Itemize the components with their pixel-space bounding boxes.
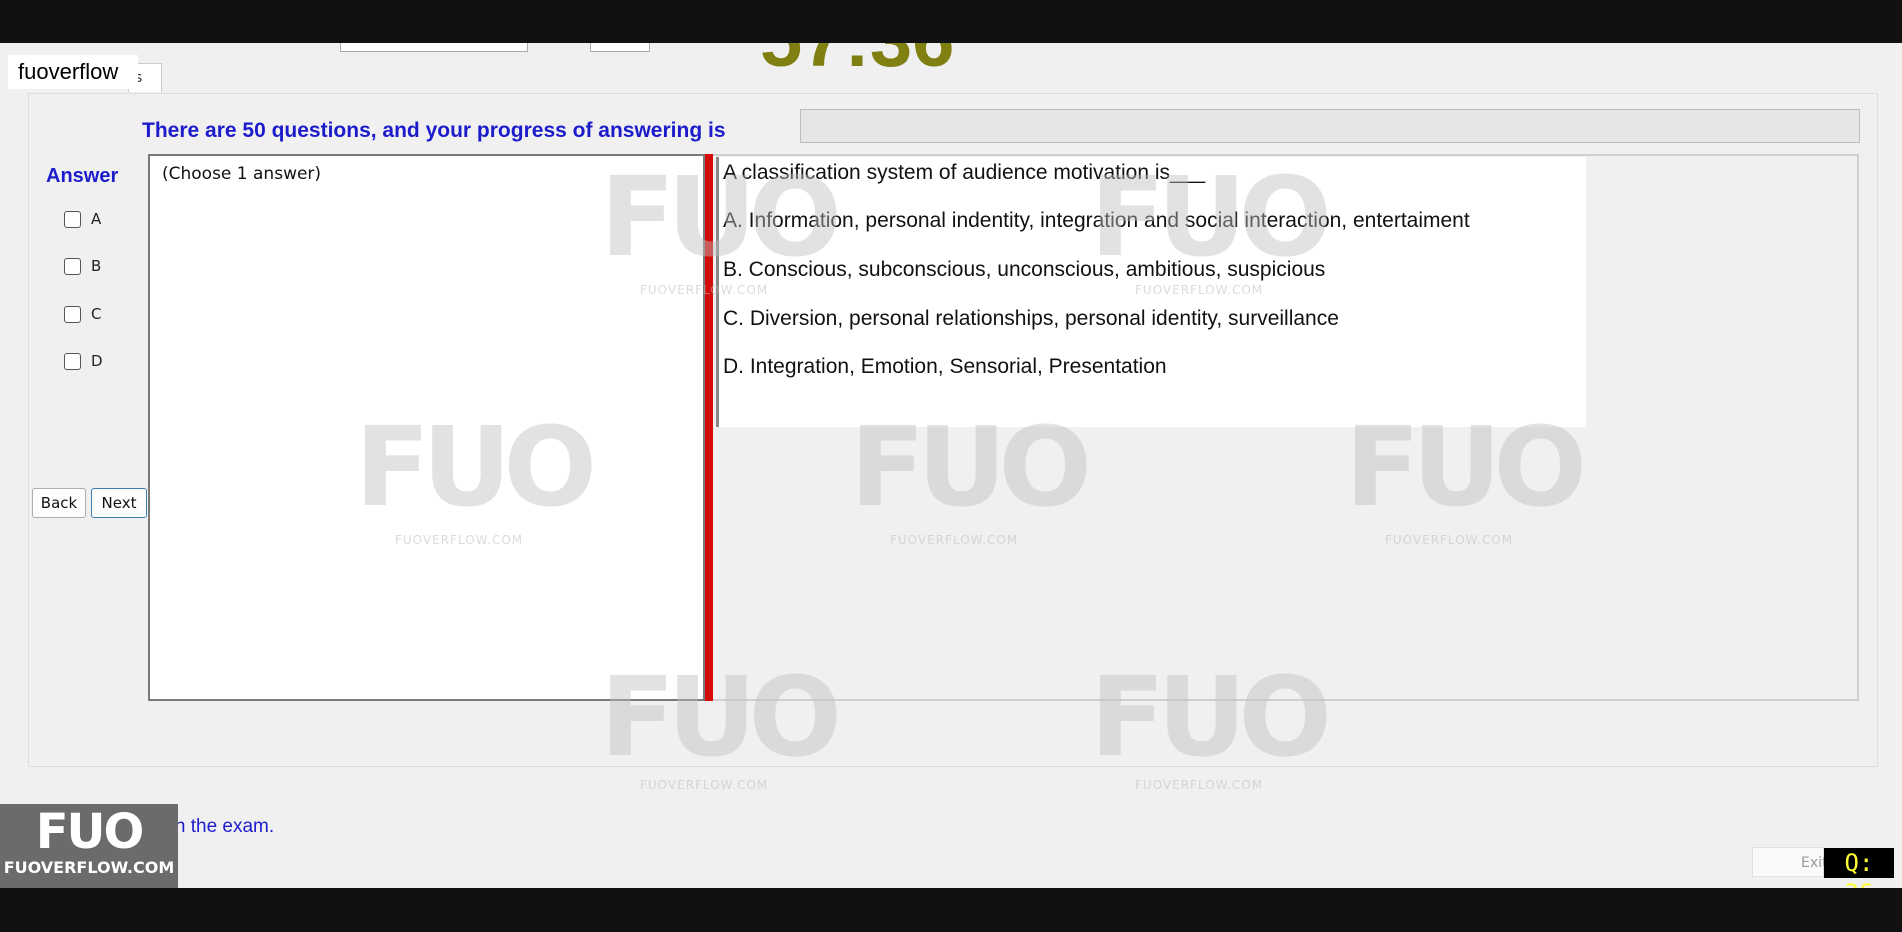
choice-b: B. Conscious, subconscious, unconscious,…	[723, 258, 1326, 281]
site-label: fuoverflow	[8, 55, 138, 89]
checkbox-d[interactable]	[64, 352, 81, 370]
answer-text-box[interactable]: (Choose 1 answer)	[148, 154, 705, 701]
question-box: A classification system of audience moti…	[716, 157, 1586, 427]
red-splitter[interactable]	[705, 154, 713, 701]
answer-option-c[interactable]: C	[64, 303, 101, 325]
question-counter: Q: 36	[1824, 848, 1894, 888]
option-label-a: A	[91, 210, 102, 228]
checkbox-a[interactable]	[64, 210, 81, 228]
answer-option-b[interactable]: B	[64, 255, 101, 277]
top-black-bar	[0, 0, 1902, 43]
checkbox-c[interactable]	[64, 305, 81, 323]
option-label-c: C	[91, 305, 102, 323]
bottom-black-bar	[0, 888, 1902, 932]
choice-a: A. Information, personal indentity, inte…	[723, 209, 1470, 232]
choice-c: C. Diversion, personal relationships, pe…	[723, 307, 1339, 330]
watermark-site: FUOVERFLOW.COM	[640, 778, 769, 792]
timer-display: 57:36	[760, 43, 954, 79]
partial-small-box[interactable]	[590, 43, 650, 52]
exam-window: 57:36 s fuoverflow There are 50 question…	[0, 43, 1902, 888]
option-label-b: B	[91, 257, 102, 275]
checkbox-b[interactable]	[64, 257, 81, 275]
answer-option-d[interactable]: D	[64, 350, 103, 372]
exit-button[interactable]: Exit	[1752, 847, 1828, 877]
back-button[interactable]: Back	[32, 488, 86, 518]
next-button[interactable]: Next	[91, 488, 147, 518]
watermark-site: FUOVERFLOW.COM	[1135, 778, 1264, 792]
partial-combo-box[interactable]	[340, 43, 528, 52]
option-label-d: D	[91, 352, 103, 370]
question-stem: A classification system of audience moti…	[723, 161, 1206, 184]
choice-d: D. Integration, Emotion, Sensorial, Pres…	[723, 355, 1167, 378]
answer-title: Answer	[46, 165, 119, 187]
answer-hint: (Choose 1 answer)	[162, 164, 322, 184]
logo-mark: FUO	[35, 804, 145, 860]
progress-bar	[800, 109, 1860, 143]
answer-option-a[interactable]: A	[64, 208, 101, 230]
progress-text: There are 50 questions, and your progres…	[142, 119, 726, 142]
logo-text: FUOVERFLOW.COM	[3, 858, 175, 877]
fuoverflow-logo: FUO FUOVERFLOW.COM	[0, 804, 178, 888]
